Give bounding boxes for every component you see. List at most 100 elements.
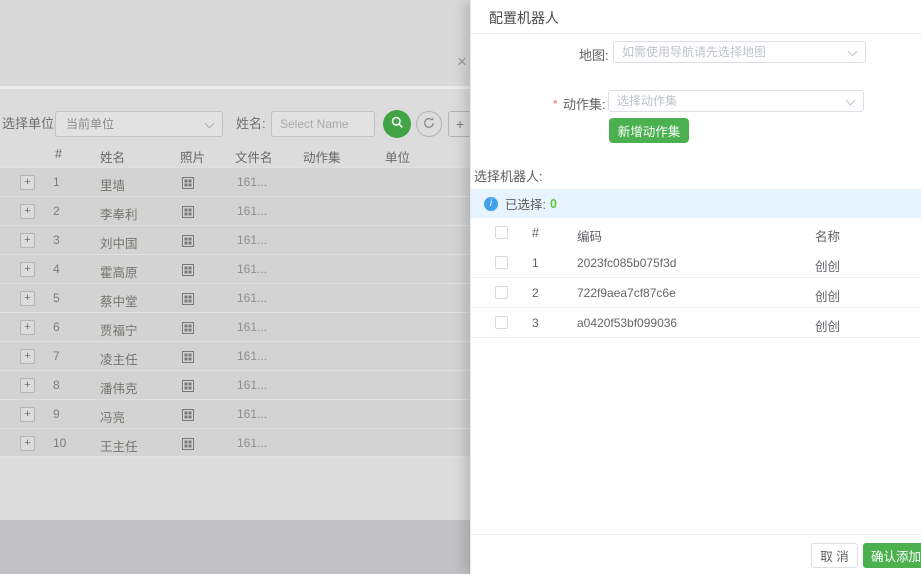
actionset-select-placeholder: 选择动作集 [609,91,837,111]
table-row[interactable]: + 3 刘中国 161... [0,225,470,254]
unit-select[interactable]: 当前单位 [55,111,223,137]
row-file: 161... [237,204,267,218]
row-name: 王主任 [100,436,138,455]
expand-row-button[interactable]: + [20,291,35,306]
row-index: 5 [53,291,60,305]
expand-row-button[interactable]: + [20,175,35,190]
background-header-band [0,0,470,86]
close-icon[interactable]: × [452,52,472,72]
row-checkbox[interactable] [495,256,508,269]
col-header-actionset: 动作集 [303,147,341,166]
name-search-input[interactable] [271,111,375,137]
col-header-unit: 单位 [385,147,410,166]
broken-image-icon [182,379,194,397]
row-name: 冯亮 [100,407,125,426]
search-icon [390,115,405,133]
table-row[interactable]: + 10 王主任 161... [0,428,470,457]
row-file: 161... [237,349,267,363]
row-index: 9 [53,407,60,421]
confirm-add-button[interactable]: 确认添加 [863,543,921,568]
row-name: 蔡中堂 [100,291,138,310]
expand-row-button[interactable]: + [20,378,35,393]
row-name: 里墙 [100,175,125,194]
expand-row-button[interactable]: + [20,407,35,422]
broken-image-icon [182,321,194,339]
search-button[interactable] [383,110,411,138]
table-row[interactable]: + 4 霍高原 161... [0,254,470,283]
robot-row[interactable]: 3 a0420f53bf099036 创创 [471,308,921,338]
robot-index: 3 [532,316,539,330]
robot-code: a0420f53bf099036 [577,316,677,330]
expand-row-button[interactable]: + [20,233,35,248]
row-file: 161... [237,262,267,276]
robot-index: 1 [532,256,539,270]
table-row[interactable]: + 6 贾福宁 161... [0,312,470,341]
col-header-name: 姓名 [100,147,125,166]
broken-image-icon [182,234,194,252]
broken-image-icon [182,350,194,368]
actionset-select[interactable]: 选择动作集 [608,90,864,112]
chevron-down-icon [205,119,215,129]
broken-image-icon [182,205,194,223]
row-index: 3 [53,233,60,247]
col-header-photo: 照片 [180,147,205,166]
robot-code: 722f9aea7cf87c6e [577,286,676,300]
row-name: 刘中国 [100,233,138,252]
col-header-file: 文件名 [235,147,273,166]
cancel-button[interactable]: 取 消 [811,543,858,568]
background-page: × 选择单位: 当前单位 姓名: + # 姓名 照片 文件名 动作集 单位 + [0,0,470,574]
map-field-label: 地图: [579,45,609,64]
row-file: 161... [237,436,267,450]
select-robot-label: 选择机器人: [474,166,543,185]
select-all-checkbox[interactable] [495,226,508,239]
row-name: 李奉利 [100,204,138,223]
broken-image-icon [182,437,194,455]
table-row[interactable]: + 5 蔡中堂 161... [0,283,470,312]
broken-image-icon [182,263,194,281]
robot-index: 2 [532,286,539,300]
robot-row[interactable]: 2 722f9aea7cf87c6e 创创 [471,278,921,308]
row-name: 贾福宁 [100,320,138,339]
refresh-button[interactable] [416,111,442,137]
actionset-field-label: 动作集: [563,94,606,113]
expand-row-button[interactable]: + [20,349,35,364]
table-row[interactable]: + 1 里墙 161... [0,167,470,196]
screen: × 选择单位: 当前单位 姓名: + # 姓名 照片 文件名 动作集 单位 + [0,0,921,574]
map-select[interactable]: 如需使用导航请先选择地图 [613,41,866,63]
row-file: 161... [237,378,267,392]
expand-row-button[interactable]: + [20,436,35,451]
table-row[interactable]: + 7 凌主任 161... [0,341,470,370]
broken-image-icon [182,292,194,310]
table-row[interactable]: + 2 李奉利 161... [0,196,470,225]
unit-filter-label: 选择单位: [2,111,58,137]
robot-name: 创创 [815,286,840,305]
add-actionset-button[interactable]: 新增动作集 [609,118,689,143]
robot-row[interactable]: 1 2023fc085b075f3d 创创 [471,248,921,278]
row-index: 7 [53,349,60,363]
robot-code: 2023fc085b075f3d [577,256,676,270]
row-checkbox[interactable] [495,316,508,329]
row-file: 161... [237,320,267,334]
expand-row-button[interactable]: + [20,320,35,335]
map-select-placeholder: 如需使用导航请先选择地图 [614,42,839,62]
row-index: 2 [53,204,60,218]
row-index: 8 [53,378,60,392]
row-name: 凌主任 [100,349,138,368]
selected-count: 0 [550,197,557,211]
drawer-title: 配置机器人 [489,8,559,28]
unit-select-value: 当前单位 [66,117,114,131]
expand-row-button[interactable]: + [20,262,35,277]
refresh-icon [422,116,436,133]
table-row[interactable]: + 8 潘伟克 161... [0,370,470,399]
row-index: 1 [53,175,60,189]
row-checkbox[interactable] [495,286,508,299]
divider [471,534,921,535]
col-header-index: # [55,147,62,161]
row-index: 6 [53,320,60,334]
table-row[interactable]: + 9 冯亮 161... [0,399,470,428]
expand-row-button[interactable]: + [20,204,35,219]
required-mark: * [553,97,558,111]
name-filter-label: 姓名: [236,111,266,137]
row-file: 161... [237,407,267,421]
divider [471,33,921,34]
